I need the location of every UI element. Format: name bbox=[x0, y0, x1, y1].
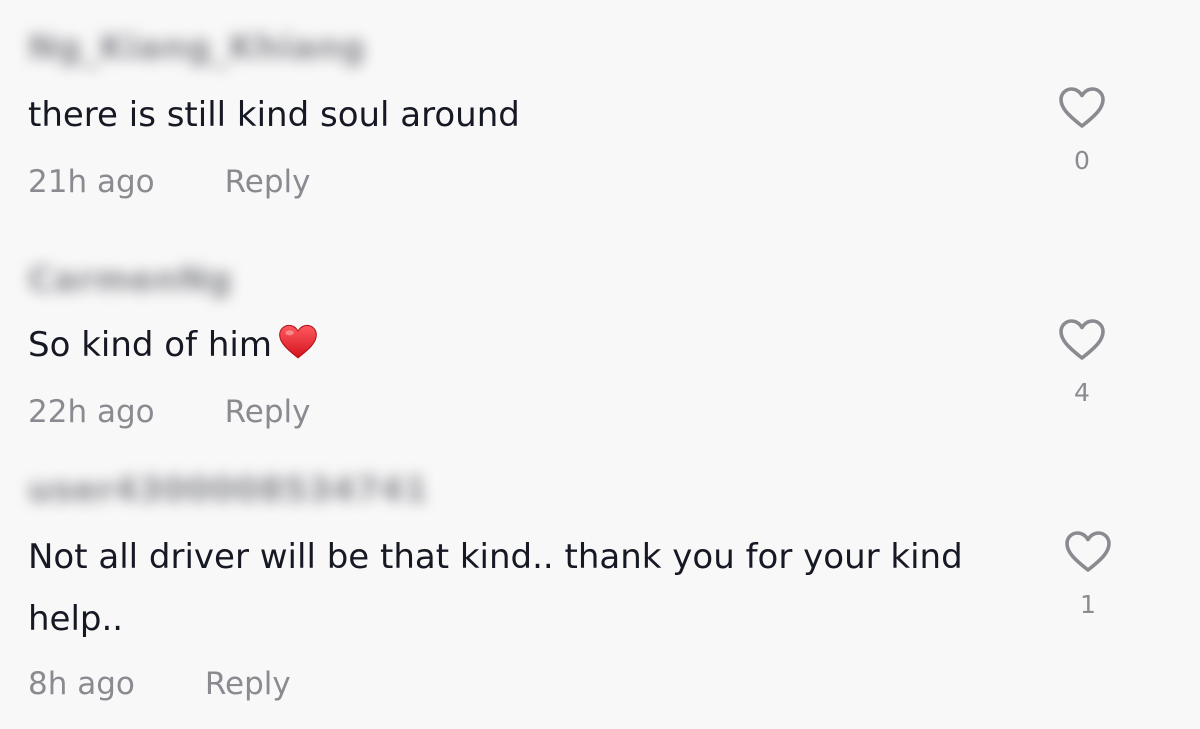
comment-meta: 22h ago Reply bbox=[28, 394, 310, 430]
heart-outline-icon bbox=[1065, 531, 1111, 572]
heart-outline-icon bbox=[1059, 319, 1105, 360]
comment-username[interactable]: Ng_Kiang_Khiang bbox=[28, 28, 365, 68]
reply-button[interactable]: Reply bbox=[205, 666, 291, 702]
like-button[interactable]: 1 bbox=[1058, 530, 1118, 619]
like-button[interactable]: 4 bbox=[1052, 318, 1112, 407]
comment-username[interactable]: CarmenNg bbox=[28, 260, 232, 300]
comment-meta: 21h ago Reply bbox=[28, 164, 310, 200]
comment-meta: 8h ago Reply bbox=[28, 666, 291, 702]
comment-username[interactable]: user4300008534741 bbox=[28, 470, 428, 510]
comment-item: Ng_Kiang_Khiang there is still kind soul… bbox=[0, 0, 1200, 230]
red-heart-emoji-icon bbox=[279, 324, 317, 359]
like-button[interactable]: 0 bbox=[1052, 86, 1112, 175]
comment-text-content: So kind of him bbox=[28, 325, 272, 365]
reply-button[interactable]: Reply bbox=[225, 394, 311, 430]
comment-text: Not all driver will be that kind.. thank… bbox=[28, 537, 963, 639]
comment-text: there is still kind soul around bbox=[28, 95, 520, 135]
reply-button[interactable]: Reply bbox=[225, 164, 311, 200]
like-count: 4 bbox=[1074, 378, 1090, 407]
comment-text: So kind of him bbox=[28, 314, 1028, 376]
comment-item: CarmenNg So kind of him 22h ago Reply 4 bbox=[0, 230, 1200, 462]
like-count: 0 bbox=[1074, 146, 1090, 175]
like-count: 1 bbox=[1080, 590, 1096, 619]
comment-timestamp: 21h ago bbox=[28, 164, 155, 200]
comment-timestamp: 8h ago bbox=[28, 666, 135, 702]
comment-item: user4300008534741 Not all driver will be… bbox=[0, 462, 1200, 729]
comment-timestamp: 22h ago bbox=[28, 394, 155, 430]
heart-outline-icon bbox=[1059, 87, 1105, 128]
